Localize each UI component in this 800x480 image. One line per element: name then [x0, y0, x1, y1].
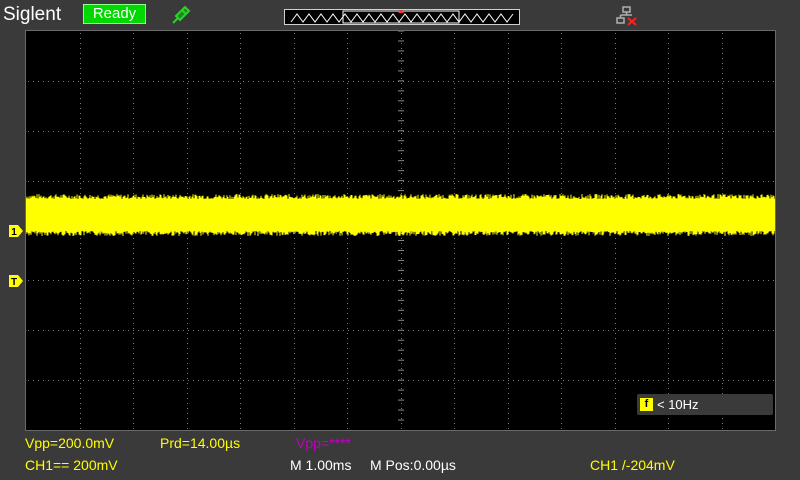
ch1-waveform [26, 194, 775, 236]
svg-text:T: T [11, 277, 17, 288]
ch1-ground-marker[interactable]: 1 [8, 224, 24, 238]
trigger-setting[interactable]: CH1 /-204mV [590, 457, 675, 473]
memory-depth-bar [284, 9, 520, 25]
frequency-icon: f [640, 398, 653, 411]
frequency-value: < 10Hz [657, 397, 699, 412]
waveform-display[interactable] [25, 30, 776, 431]
brand-label: Siglent [3, 4, 62, 25]
measurement-period: Prd=14.00µs [160, 435, 241, 451]
trigger-level-marker[interactable]: T [8, 274, 24, 288]
trigger-frequency-readout: f < 10Hz [637, 394, 773, 415]
ch1-scale[interactable]: CH1== 200mV [25, 457, 118, 473]
run-status-badge[interactable]: Ready [83, 4, 146, 24]
horizontal-position[interactable]: M Pos:0.00µs [370, 457, 456, 473]
probe-icon [172, 5, 191, 24]
top-status-bar: Siglent Ready [0, 0, 800, 30]
network-disconnected-icon [616, 6, 637, 26]
measurement-vpp-ch1: Vpp=200.0mV [25, 435, 115, 451]
timebase-scale[interactable]: M 1.00ms [290, 457, 351, 473]
svg-text:1: 1 [11, 227, 17, 238]
measurement-vpp-math: Vpp=**** [296, 435, 351, 451]
